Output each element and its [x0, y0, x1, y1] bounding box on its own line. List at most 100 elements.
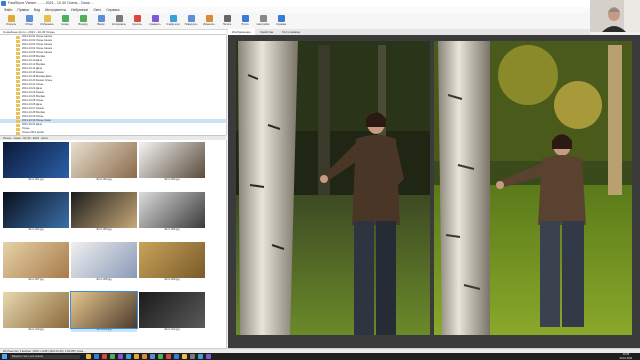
toolbar: Открыть Обзор Избранное Назад Вперёд Вверх Коп…	[0, 13, 640, 30]
toolbar-icon	[205, 15, 213, 22]
thumbnail-caption: Фото 010.jpg	[28, 328, 44, 331]
thumbnail-image	[71, 142, 137, 178]
thumbnail-caption: Фото 001.jpg	[28, 178, 44, 181]
clock-date: 30.10.2021	[619, 356, 633, 360]
toolbar-button-label: Слайд-шоу	[166, 23, 180, 26]
thumbnail-caption: Фото 004.jpg	[28, 228, 44, 231]
thumbnail-item[interactable]: Фото 005.jpg	[71, 192, 137, 232]
taskbar-app-icon[interactable]	[166, 354, 171, 359]
toolbar-button-label: Избранное	[40, 23, 54, 26]
taskbar-app-icon[interactable]	[174, 354, 179, 359]
taskbar-search[interactable]: Введите текст для поиска	[10, 354, 80, 359]
folder-icon	[16, 79, 20, 83]
toolbar-button[interactable]: Справка	[272, 13, 290, 30]
thumbnail-caption: Фото 002.jpg	[96, 178, 112, 181]
toolbar-button-label: Копировать	[112, 23, 126, 26]
toolbar-icon	[151, 15, 159, 22]
taskbar-app-icon[interactable]	[206, 354, 211, 359]
toolbar-button-label: Печать	[222, 23, 232, 26]
toolbar-button[interactable]: Обзор	[20, 13, 38, 30]
taskbar-app-icon[interactable]	[102, 354, 107, 359]
toolbar-button[interactable]: Удалить	[128, 13, 146, 30]
toolbar-button[interactable]: Почта	[236, 13, 254, 30]
thumbnail-caption: Фото 009.jpg	[164, 278, 180, 281]
toolbar-button[interactable]: Сравнить	[146, 13, 164, 30]
folder-icon	[16, 71, 20, 75]
folder-icon	[16, 115, 20, 119]
toolbar-button-label: Справка	[275, 23, 287, 26]
taskbar-app-icon[interactable]	[86, 354, 91, 359]
thumbnail-image	[3, 192, 69, 228]
thumbnail-item[interactable]: Фото 010.jpg	[3, 292, 69, 332]
thumbnail-image	[3, 292, 69, 328]
thumbnail-image	[71, 242, 137, 278]
toolbar-button-label: Вверх	[97, 23, 105, 26]
thumbnail-image	[3, 142, 69, 178]
toolbar-button-label: Открыть	[5, 23, 17, 26]
thumbnail-item[interactable]: Фото 003.jpg	[139, 142, 205, 182]
taskbar-app-icon[interactable]	[94, 354, 99, 359]
folder-icon	[16, 87, 20, 91]
thumbnail-image	[139, 192, 205, 228]
toolbar-button-label: Повернуть	[184, 23, 198, 26]
toolbar-icon	[7, 15, 15, 22]
start-button[interactable]	[2, 354, 7, 359]
taskbar-app-icon[interactable]	[110, 354, 115, 359]
thumbnail-caption: Фото 007.jpg	[28, 278, 44, 281]
thumbnail-image	[71, 192, 137, 228]
taskbar-app-icon[interactable]	[190, 354, 195, 359]
taskbar-app-icon[interactable]	[150, 354, 155, 359]
photo-left	[236, 41, 430, 335]
image-preview[interactable]	[228, 35, 640, 348]
folder-icon	[16, 59, 20, 63]
folder-icon	[16, 91, 20, 95]
thumbnail-item[interactable]: Фото 006.jpg	[139, 192, 205, 232]
thumbnail-item[interactable]: Фото 011.jpg	[70, 291, 138, 332]
toolbar-icon	[43, 15, 51, 22]
thumbnail-image	[139, 292, 205, 328]
folder-icon	[16, 111, 20, 115]
folder-tree[interactable]: 2021-10-01 Осень Кашин 2021-10-02 Осень К…	[0, 35, 227, 135]
thumbnail-item[interactable]: Фото 008.jpg	[71, 242, 137, 282]
toolbar-icon	[25, 15, 33, 22]
toolbar-button-label: Удалить	[132, 23, 142, 26]
taskbar-app-icon[interactable]	[134, 354, 139, 359]
folder-icon	[16, 39, 20, 43]
folder-icon	[16, 123, 20, 127]
thumbnail-item[interactable]: Фото 007.jpg	[3, 242, 69, 282]
thumbnail-item[interactable]: Фото 009.jpg	[139, 242, 205, 282]
toolbar-button[interactable]: Изменить	[200, 13, 218, 30]
toolbar-button[interactable]: Слайд-шоу	[164, 13, 182, 30]
taskbar-apps	[86, 354, 211, 359]
toolbar-button[interactable]: Печать	[218, 13, 236, 30]
toolbar-icon	[133, 15, 141, 22]
toolbar-button-label: Изменить	[203, 23, 215, 26]
toolbar-icon	[277, 15, 285, 22]
toolbar-button[interactable]: Вперёд	[74, 13, 92, 30]
thumbnail-item[interactable]: Фото 001.jpg	[3, 142, 69, 182]
toolbar-button[interactable]: Повернуть	[182, 13, 200, 30]
toolbar-button-label: Почта	[241, 23, 249, 26]
toolbar-button[interactable]: Избранное	[38, 13, 56, 30]
taskbar-app-icon[interactable]	[182, 354, 187, 359]
toolbar-button[interactable]: Копировать	[110, 13, 128, 30]
taskbar-app-icon[interactable]	[158, 354, 163, 359]
toolbar-icon	[187, 15, 195, 22]
toolbar-button[interactable]: Настройки	[254, 13, 272, 30]
thumbnail-item[interactable]: Фото 012.jpg	[139, 292, 205, 332]
taskbar-app-icon[interactable]	[142, 354, 147, 359]
folder-icon	[16, 51, 20, 55]
taskbar-app-icon[interactable]	[126, 354, 131, 359]
taskbar-app-icon[interactable]	[118, 354, 123, 359]
toolbar-button[interactable]: Открыть	[2, 13, 20, 30]
thumbnail-item[interactable]: Фото 004.jpg	[3, 192, 69, 232]
toolbar-button[interactable]: Вверх	[92, 13, 110, 30]
taskbar-clock[interactable]: 16:20 30.10.2021	[612, 353, 640, 360]
thumbnail-caption: Фото 012.jpg	[164, 328, 180, 331]
taskbar-app-icon[interactable]	[198, 354, 203, 359]
toolbar-button[interactable]: Назад	[56, 13, 74, 30]
toolbar-icon	[79, 15, 87, 22]
toolbar-icon	[169, 15, 177, 22]
toolbar-button-label: Назад	[61, 23, 69, 26]
thumbnail-item[interactable]: Фото 002.jpg	[71, 142, 137, 182]
